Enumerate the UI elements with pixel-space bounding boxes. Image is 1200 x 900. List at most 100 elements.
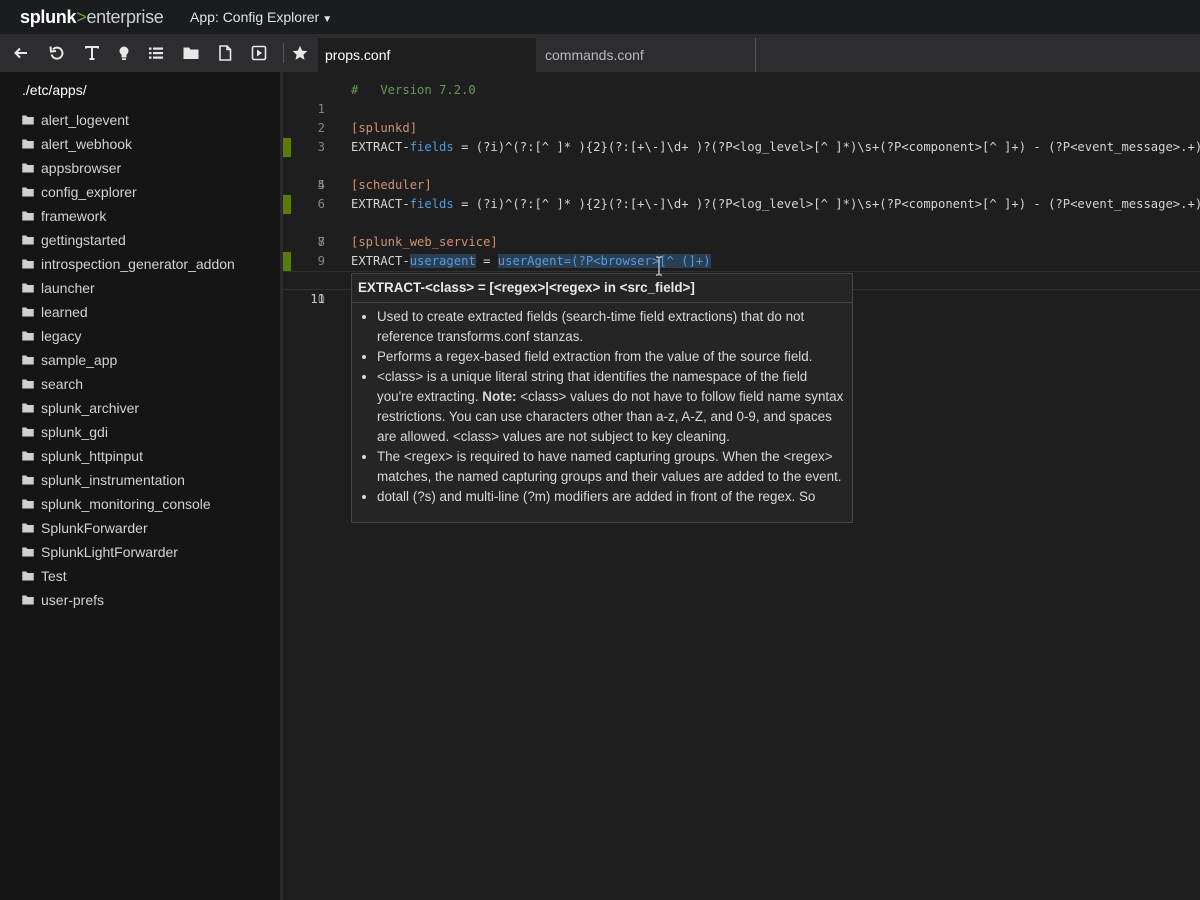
code-line: 6 [scheduler] xyxy=(283,176,1200,211)
sidebar-item-user-prefs[interactable]: user-prefs xyxy=(22,588,235,612)
sidebar-item-label: SplunkLightForwarder xyxy=(41,544,178,560)
star-icon[interactable] xyxy=(289,42,311,64)
tooltip-bullet-list: Used to create extracted fields (search-… xyxy=(352,307,852,507)
list-icon[interactable] xyxy=(145,42,167,64)
setting-class: fields xyxy=(409,140,454,154)
tab-commands-conf[interactable]: commands.conf xyxy=(538,38,756,72)
sidebar-item-label: splunk_instrumentation xyxy=(41,472,185,488)
sidebar-item-config-explorer[interactable]: config_explorer xyxy=(22,180,235,204)
tab-props-conf[interactable]: props.conf xyxy=(318,38,536,72)
editor-tab-strip: props.conf commands.conf xyxy=(318,34,1200,72)
folder-icon xyxy=(22,499,34,509)
sidebar-item-label: splunk_httpinput xyxy=(41,448,143,464)
setting-class: fields xyxy=(409,197,454,211)
sidebar-item-label: alert_webhook xyxy=(41,136,133,152)
tooltip-bullet: Used to create extracted fields (search-… xyxy=(377,307,844,347)
code-line: 2 xyxy=(283,100,1200,135)
folder-icon xyxy=(22,115,34,125)
refresh-icon[interactable] xyxy=(46,42,68,64)
splunk-logo[interactable]: splunk>enterprise xyxy=(20,7,164,28)
sidebar-item-sample-app[interactable]: sample_app xyxy=(22,348,235,372)
tooltip-bullet: <class> is a unique literal string that … xyxy=(377,367,844,447)
folder-icon xyxy=(22,427,34,437)
run-icon[interactable] xyxy=(248,42,270,64)
tooltip-title: EXTRACT-<class> = [<regex>|<regex> in <s… xyxy=(352,274,852,303)
sidebar-item-splunk-monitoring-console[interactable]: splunk_monitoring_console xyxy=(22,492,235,516)
code-line: 9 [splunk_web_service] xyxy=(283,233,1200,268)
code-line: 3 [splunkd] xyxy=(283,119,1200,154)
sidebar-item-appsbrowser[interactable]: appsbrowser xyxy=(22,156,235,180)
setting-value: userAgent=(?P<browser>[^ (]+) xyxy=(497,254,711,268)
sidebar-item-label: launcher xyxy=(41,280,95,296)
toolbar-divider xyxy=(283,43,284,63)
code-line: 5 xyxy=(283,157,1200,192)
sidebar-item-splunk-gdi[interactable]: splunk_gdi xyxy=(22,420,235,444)
folder-icon xyxy=(22,451,34,461)
folder-icon xyxy=(22,355,34,365)
app-folder-list: alert_logevent alert_webhook appsbrowser co… xyxy=(22,108,235,612)
app-menu-dropdown[interactable]: App: Config Explorer ▼ xyxy=(190,9,332,25)
sidebar-item-splunkforwarder[interactable]: SplunkForwarder xyxy=(22,516,235,540)
toolbar xyxy=(0,34,318,72)
top-navigation-bar: splunk>enterprise App: Config Explorer ▼ xyxy=(0,0,1200,34)
sidebar-item-splunk-archiver[interactable]: splunk_archiver xyxy=(22,396,235,420)
folder-icon xyxy=(22,403,34,413)
folder-icon xyxy=(22,259,34,269)
modified-line-marker xyxy=(283,138,291,157)
tooltip-bullet: Performs a regex-based field extraction … xyxy=(377,347,844,367)
tab-label: commands.conf xyxy=(545,47,644,63)
app-menu-label: App: Config Explorer xyxy=(190,9,320,25)
sidebar-item-search[interactable]: search xyxy=(22,372,235,396)
code-line: 10 EXTRACT-useragent = userAgent=(?P<bro… xyxy=(283,252,1200,306)
sidebar-item-splunk-httpinput[interactable]: splunk_httpinput xyxy=(22,444,235,468)
text-format-icon[interactable] xyxy=(81,42,103,64)
code-line: 8 xyxy=(283,214,1200,249)
setting-equals: = xyxy=(475,254,498,268)
folder-icon xyxy=(22,163,34,173)
folder-icon xyxy=(22,523,34,533)
sidebar-item-test[interactable]: Test xyxy=(22,564,235,588)
stanza-header: [splunk_web_service] xyxy=(351,235,498,249)
sidebar-item-launcher[interactable]: launcher xyxy=(22,276,235,300)
current-path: ./etc/apps/ xyxy=(22,82,87,98)
sidebar-item-splunk-instrumentation[interactable]: splunk_instrumentation xyxy=(22,468,235,492)
sidebar-item-label: splunk_archiver xyxy=(41,400,140,416)
text-cursor-icon xyxy=(656,256,662,276)
folder-icon xyxy=(22,139,34,149)
folder-icon xyxy=(22,595,34,605)
sidebar-item-introspection-generator-addon[interactable]: introspection_generator_addon xyxy=(22,252,235,276)
tab-label: props.conf xyxy=(325,47,391,63)
sidebar-item-framework[interactable]: framework xyxy=(22,204,235,228)
folder-icon xyxy=(22,187,34,197)
caret-down-icon: ▼ xyxy=(322,14,333,25)
sidebar-item-label: introspection_generator_addon xyxy=(41,256,235,272)
sidebar-item-alert-webhook[interactable]: alert_webhook xyxy=(22,132,235,156)
lightbulb-icon[interactable] xyxy=(113,42,135,64)
folder-icon[interactable] xyxy=(180,42,202,64)
sidebar-item-learned[interactable]: learned xyxy=(22,300,235,324)
sidebar-item-alert-logevent[interactable]: alert_logevent xyxy=(22,108,235,132)
sidebar-item-label: Test xyxy=(41,568,67,584)
sidebar-item-gettingstarted[interactable]: gettingstarted xyxy=(22,228,235,252)
file-icon[interactable] xyxy=(214,42,236,64)
sidebar-item-legacy[interactable]: legacy xyxy=(22,324,235,348)
tooltip-bullet: The <regex> is required to have named ca… xyxy=(377,447,844,487)
sidebar-item-label: user-prefs xyxy=(41,592,105,608)
code-line: 1 # Version 7.2.0 xyxy=(283,81,1200,116)
setting-value: = (?i)^(?:[^ ]* ){2}(?:[+\-]\d+ )?(?P<lo… xyxy=(453,197,1200,211)
tooltip-bullet: dotall (?s) and multi-line (?m) modifier… xyxy=(377,487,844,507)
setting-key: EXTRACT- xyxy=(351,140,410,154)
code-line: 4 EXTRACT-fields = (?i)^(?:[^ ]* ){2}(?:… xyxy=(283,138,1200,192)
sidebar-item-label: splunk_monitoring_console xyxy=(41,496,211,512)
sidebar-item-splunklightforwarder[interactable]: SplunkLightForwarder xyxy=(22,540,235,564)
setting-key: EXTRACT- xyxy=(351,254,410,268)
folder-icon xyxy=(22,475,34,485)
modified-line-marker xyxy=(283,252,291,271)
modified-line-marker xyxy=(283,195,291,214)
back-arrow-icon[interactable] xyxy=(10,42,32,64)
setting-class: useragent xyxy=(409,254,476,268)
sidebar-item-label: SplunkForwarder xyxy=(41,520,148,536)
code-line: 7 EXTRACT-fields = (?i)^(?:[^ ]* ){2}(?:… xyxy=(283,195,1200,249)
sidebar-item-label: config_explorer xyxy=(41,184,137,200)
folder-icon xyxy=(22,235,34,245)
